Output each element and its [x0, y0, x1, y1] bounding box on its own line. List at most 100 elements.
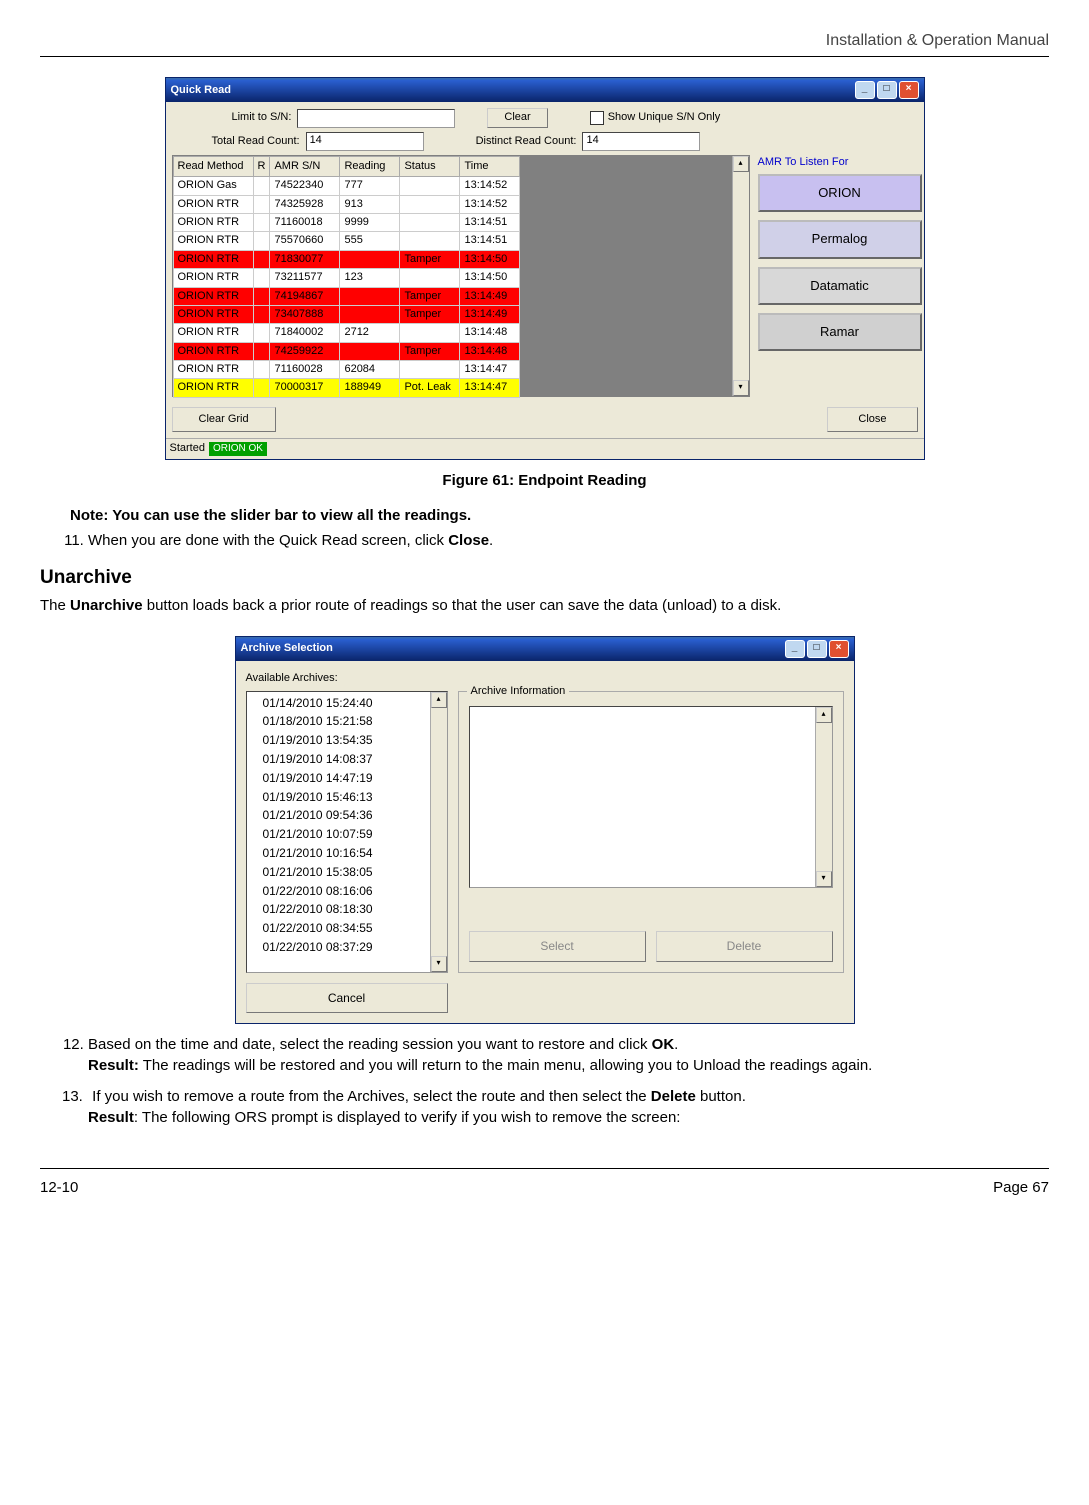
table-row[interactable]: ORION RTR74194867Tamper13:14:49 — [173, 287, 520, 305]
list-item[interactable]: 01/21/2010 09:54:36 — [263, 806, 430, 825]
list-item[interactable]: 01/18/2010 15:21:58 — [263, 712, 430, 731]
list-item[interactable]: 01/21/2010 10:16:54 — [263, 844, 430, 863]
table-cell: 13:14:47 — [460, 361, 520, 379]
list-item[interactable]: 01/22/2010 08:18:30 — [263, 900, 430, 919]
table-cell: 75570660 — [270, 232, 340, 250]
column-header[interactable]: R — [253, 156, 270, 176]
table-cell: ORION RTR — [173, 287, 253, 305]
scroll-down-icon[interactable]: ▾ — [733, 380, 749, 396]
limit-sn-input[interactable] — [297, 109, 455, 128]
archive-listbox[interactable]: 01/14/2010 15:24:4001/18/2010 15:21:5801… — [246, 691, 448, 973]
table-cell: 13:14:48 — [460, 324, 520, 342]
list-item[interactable]: 01/19/2010 14:08:37 — [263, 750, 430, 769]
table-cell: ORION RTR — [173, 361, 253, 379]
clear-grid-button[interactable]: Clear Grid — [172, 407, 276, 432]
list-item[interactable]: 01/14/2010 15:24:40 — [263, 694, 430, 713]
step-11-text: When you are done with the Quick Read sc… — [88, 532, 448, 549]
column-header[interactable]: Reading — [340, 156, 400, 176]
table-cell: 13:14:51 — [460, 213, 520, 231]
table-row[interactable]: ORION RTR70000317188949Pot. Leak13:14:47 — [173, 379, 520, 397]
list-item[interactable]: 01/21/2010 10:07:59 — [263, 825, 430, 844]
archive-title: Archive Selection — [241, 641, 333, 656]
table-cell: 74325928 — [270, 195, 340, 213]
info-scroll-up-icon[interactable]: ▴ — [816, 707, 832, 723]
info-scroll-down-icon[interactable]: ▾ — [816, 871, 832, 887]
delete-button[interactable]: Delete — [656, 931, 833, 962]
table-row[interactable]: ORION RTR71830077Tamper13:14:50 — [173, 250, 520, 268]
clear-button[interactable]: Clear — [487, 108, 547, 127]
archive-scroll-up-icon[interactable]: ▴ — [431, 692, 447, 708]
archive-minimize-icon[interactable]: _ — [785, 640, 805, 658]
running-header: Installation & Operation Manual — [40, 30, 1049, 52]
table-cell: 9999 — [340, 213, 400, 231]
table-row[interactable]: ORION RTR71840002271213:14:48 — [173, 324, 520, 342]
info-scrollbar[interactable]: ▴ ▾ — [815, 707, 832, 887]
archive-maximize-icon[interactable]: □ — [807, 640, 827, 658]
list-item[interactable]: 01/22/2010 08:16:06 — [263, 882, 430, 901]
status-bar: Started ORION OK — [166, 438, 924, 458]
status-text: Started — [170, 441, 205, 456]
archive-scroll-down-icon[interactable]: ▾ — [431, 956, 447, 972]
table-cell: ORION Gas — [173, 177, 253, 195]
readings-grid[interactable]: Read MethodRAMR S/NReadingStatusTime ORI… — [172, 155, 750, 397]
table-cell — [253, 379, 270, 397]
table-cell: ORION RTR — [173, 269, 253, 287]
list-item[interactable]: 01/21/2010 15:38:05 — [263, 863, 430, 882]
archive-info-box: ▴ ▾ — [469, 706, 833, 888]
amr-ramar-button[interactable]: Ramar — [758, 313, 922, 351]
table-row[interactable]: ORION Gas7452234077713:14:52 — [173, 177, 520, 195]
close-button[interactable]: Close — [827, 407, 917, 432]
section-body-bold: Unarchive — [70, 597, 143, 614]
table-cell: Tamper — [400, 250, 460, 268]
minimize-icon[interactable]: _ — [855, 81, 875, 99]
show-unique-checkbox[interactable] — [590, 111, 604, 125]
table-cell — [340, 305, 400, 323]
archive-scrollbar[interactable]: ▴ ▾ — [430, 692, 447, 972]
table-row[interactable]: ORION RTR73407888Tamper13:14:49 — [173, 305, 520, 323]
table-row[interactable]: ORION RTR7432592891313:14:52 — [173, 195, 520, 213]
amr-permalog-button[interactable]: Permalog — [758, 220, 922, 258]
list-item[interactable]: 01/22/2010 08:37:29 — [263, 938, 430, 957]
list-item[interactable]: 01/19/2010 15:46:13 — [263, 788, 430, 807]
table-row[interactable]: ORION RTR7321157712313:14:50 — [173, 269, 520, 287]
step-13-text: If you wish to remove a route from the A… — [88, 1088, 651, 1105]
table-cell — [253, 195, 270, 213]
step-11-bold: Close — [448, 532, 489, 549]
column-header[interactable]: Status — [400, 156, 460, 176]
table-cell: Tamper — [400, 287, 460, 305]
table-cell: ORION RTR — [173, 213, 253, 231]
step-12-result-text: The readings will be restored and you wi… — [139, 1057, 872, 1074]
table-row[interactable]: ORION RTR71160018999913:14:51 — [173, 213, 520, 231]
table-cell: Tamper — [400, 342, 460, 360]
section-body: The Unarchive button loads back a prior … — [40, 595, 1049, 616]
select-button[interactable]: Select — [469, 931, 646, 962]
table-cell: 62084 — [340, 361, 400, 379]
amr-orion-button[interactable]: ORION — [758, 174, 922, 212]
cancel-button[interactable]: Cancel — [246, 983, 448, 1014]
table-row[interactable]: ORION RTR7557066055513:14:51 — [173, 232, 520, 250]
column-header[interactable]: Time — [460, 156, 520, 176]
archive-close-icon[interactable]: × — [829, 640, 849, 658]
total-read-value: 14 — [306, 132, 424, 151]
step-12-result-label: Result: — [88, 1057, 139, 1074]
distinct-read-label: Distinct Read Count: — [476, 134, 577, 149]
table-cell: 13:14:51 — [460, 232, 520, 250]
column-header[interactable]: AMR S/N — [270, 156, 340, 176]
step-11-suffix: . — [489, 532, 493, 549]
grid-scrollbar[interactable]: ▴ ▾ — [732, 156, 749, 396]
maximize-icon[interactable]: □ — [877, 81, 897, 99]
column-header[interactable]: Read Method — [173, 156, 253, 176]
list-item[interactable]: 01/22/2010 08:34:55 — [263, 919, 430, 938]
header-rule — [40, 56, 1049, 57]
table-cell: 71160028 — [270, 361, 340, 379]
table-row[interactable]: ORION RTR74259922Tamper13:14:48 — [173, 342, 520, 360]
table-row[interactable]: ORION RTR 7116002862084 13:14:47 — [173, 361, 520, 379]
step-12-dot: . — [674, 1036, 678, 1053]
list-item[interactable]: 01/19/2010 14:47:19 — [263, 769, 430, 788]
list-item[interactable]: 01/19/2010 13:54:35 — [263, 731, 430, 750]
table-cell: ORION RTR — [173, 342, 253, 360]
scroll-up-icon[interactable]: ▴ — [733, 156, 749, 172]
close-icon[interactable]: × — [899, 81, 919, 99]
archive-info-label: Archive Information — [467, 684, 570, 699]
amr-datamatic-button[interactable]: Datamatic — [758, 267, 922, 305]
